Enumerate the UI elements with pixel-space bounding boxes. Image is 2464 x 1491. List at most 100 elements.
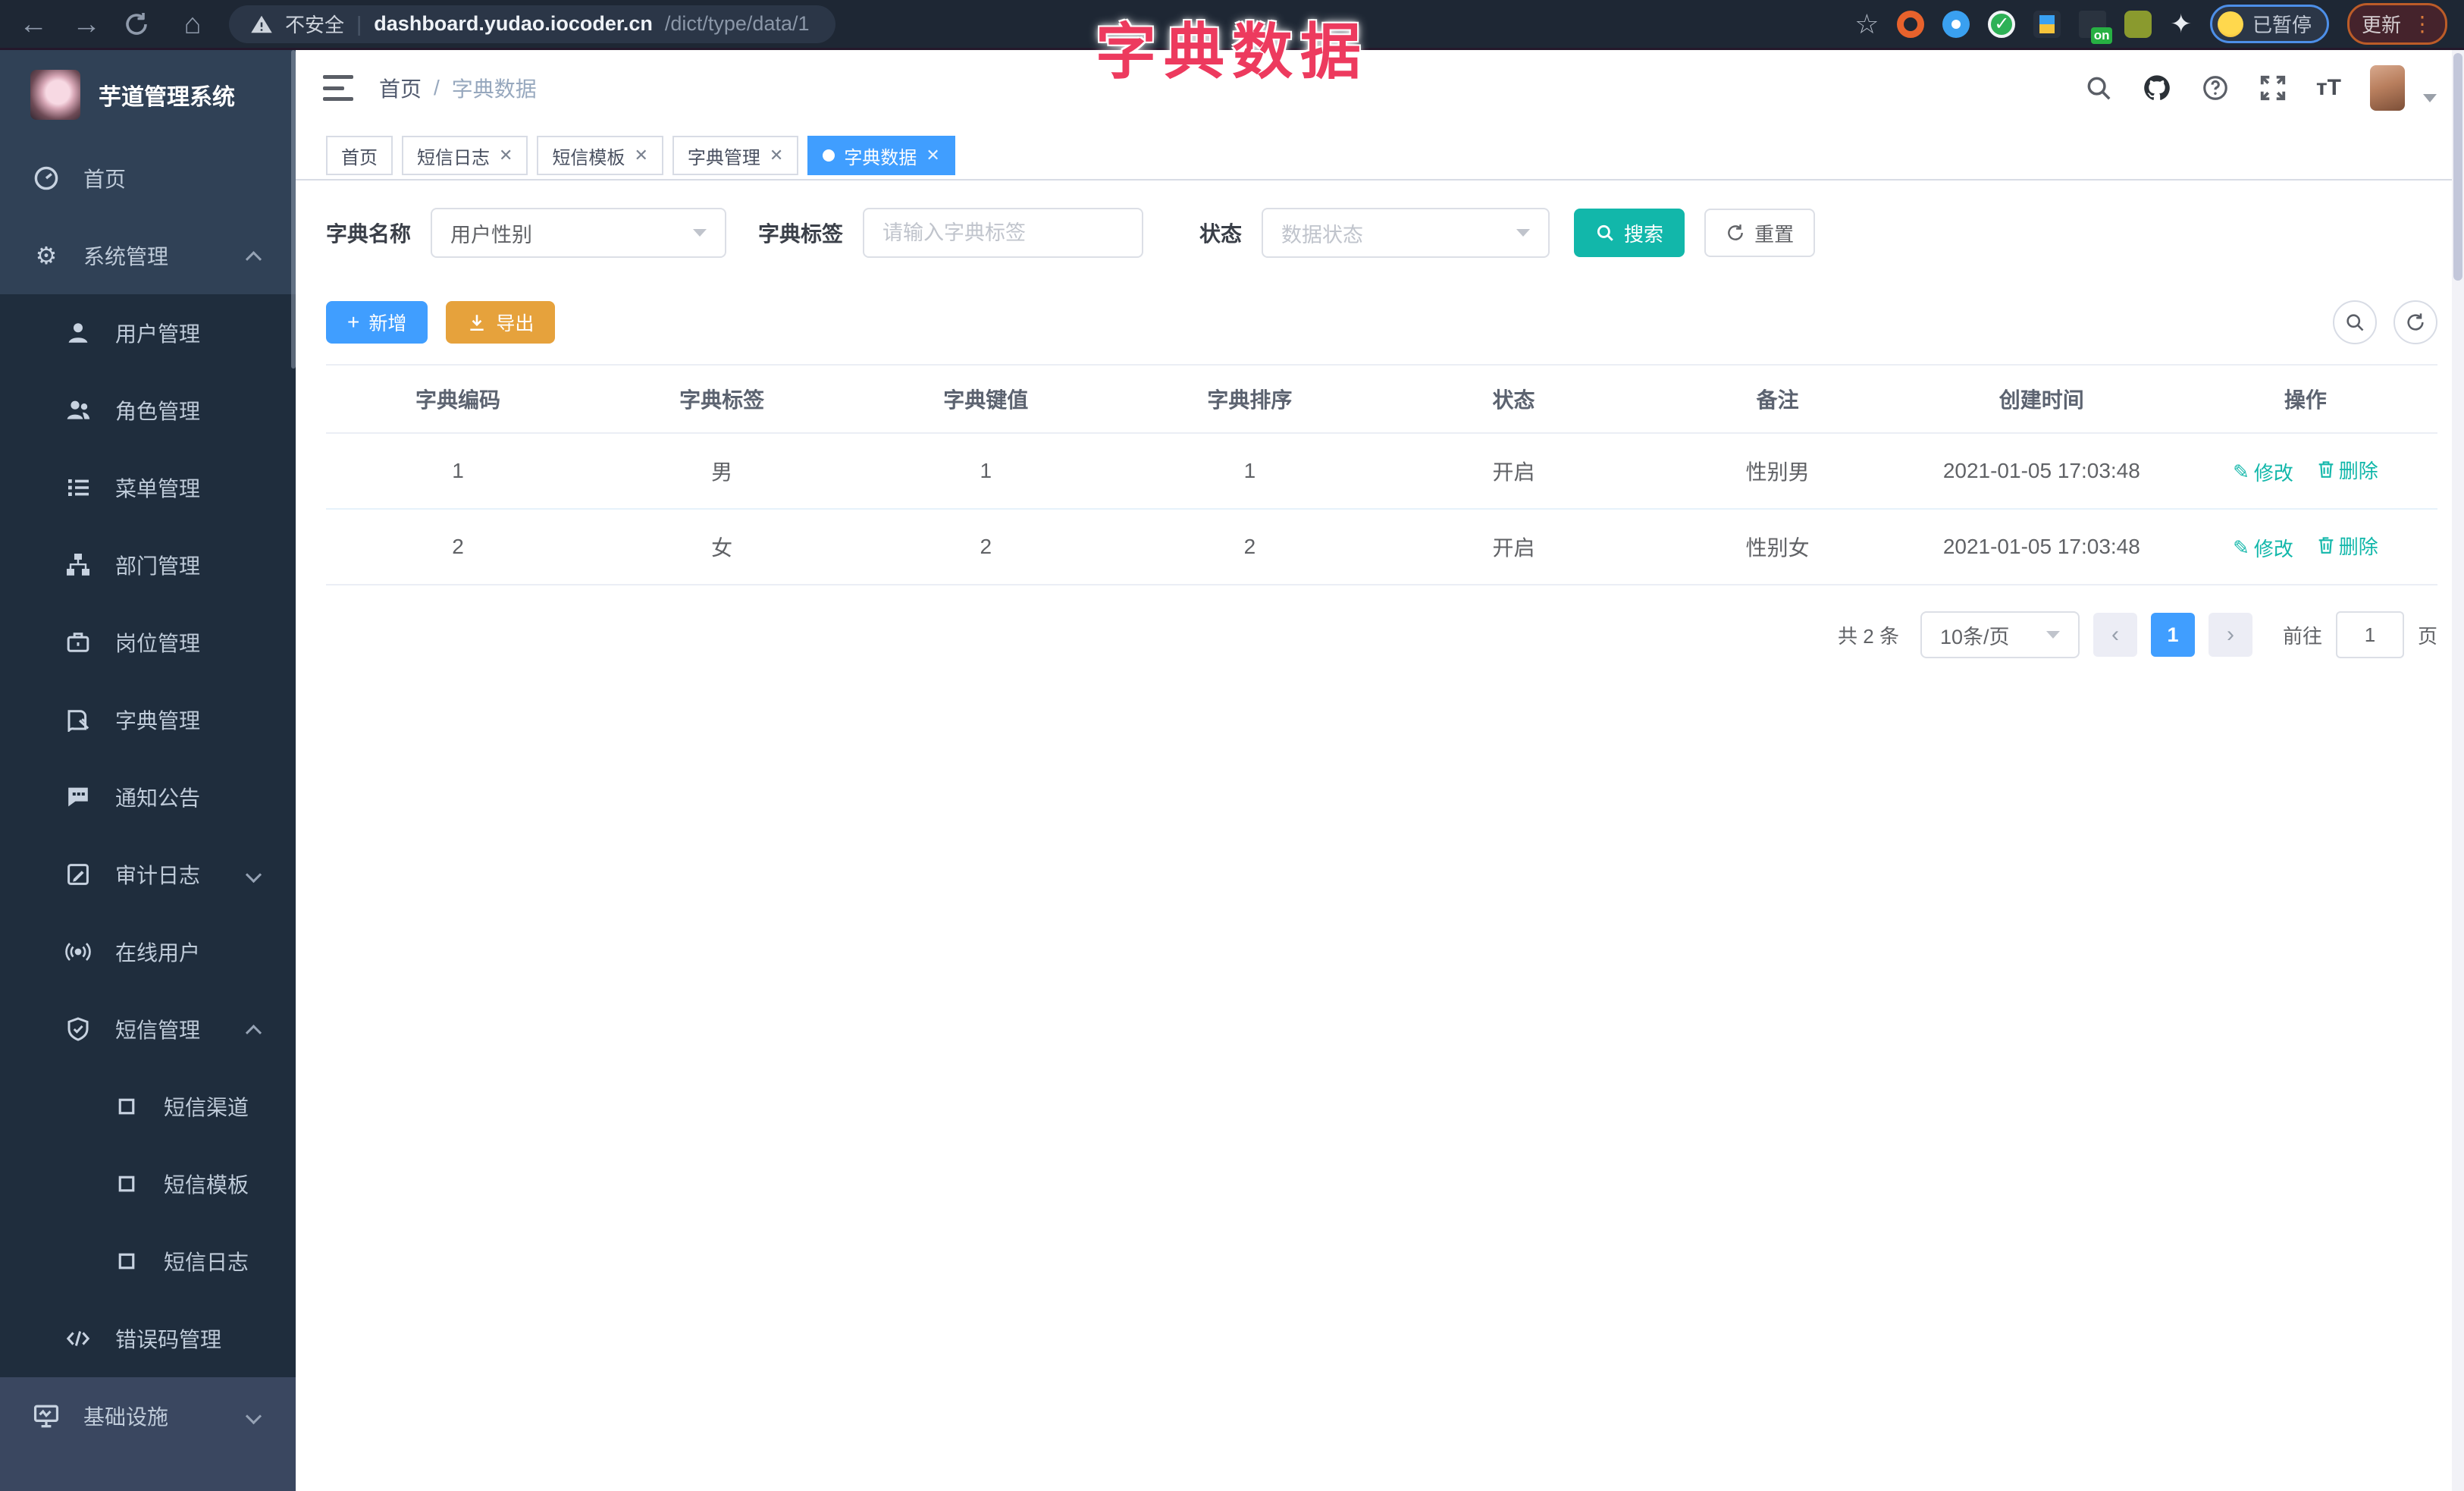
sidebar-logo-row[interactable]: 芋道管理系统 (0, 50, 296, 140)
sidebar-item-role-mgmt[interactable]: 角色管理 (0, 372, 296, 449)
pagination-total: 共 2 条 (1838, 624, 1899, 648)
github-icon[interactable] (2142, 73, 2172, 103)
tab-home[interactable]: 首页 (326, 136, 393, 175)
cell-status: 开启 (1381, 509, 1646, 585)
goto-label: 前往 (2282, 624, 2322, 648)
sidebar-item-sms-template[interactable]: 短信模板 (0, 1145, 296, 1223)
sidebar-item-notice-mgmt[interactable]: 通知公告 (0, 758, 296, 836)
select-caret-icon (693, 229, 707, 237)
close-icon[interactable]: ✕ (770, 146, 783, 165)
page-size-select[interactable]: 10条/页 (1920, 611, 2080, 658)
toggle-search-button[interactable] (2333, 300, 2377, 344)
sidebar-item-label: 用户管理 (115, 322, 201, 346)
next-page-button[interactable]: › (2208, 613, 2252, 657)
sidebar-item-system-mgmt[interactable]: ⚙ 系统管理 (0, 217, 296, 294)
delete-link[interactable]: 删除 (2318, 456, 2378, 484)
dict-label-input[interactable] (882, 221, 1124, 245)
close-icon[interactable]: ✕ (634, 146, 647, 165)
browser-update-button[interactable]: 更新 ⋮ (2346, 3, 2447, 45)
search-button[interactable]: 搜索 (1574, 209, 1685, 257)
sidebar-item-sms-mgmt[interactable]: 短信管理 (0, 990, 296, 1068)
cell-remark: 性别女 (1645, 509, 1910, 585)
current-page-button[interactable]: 1 (2150, 613, 2195, 657)
sidebar-item-post-mgmt[interactable]: 岗位管理 (0, 604, 296, 681)
users-icon (64, 398, 92, 422)
table-row[interactable]: 2 女 2 2 开启 性别女 2021-01-05 17:03:48 ✎ 修改 删… (326, 509, 2437, 585)
breadcrumb: 首页 / 字典数据 (379, 73, 537, 103)
font-size-icon[interactable]: тT (2316, 75, 2341, 101)
sidebar-item-home[interactable]: 首页 (0, 140, 296, 217)
warning-icon (251, 15, 272, 33)
sidebar-item-label: 短信日志 (164, 1251, 249, 1274)
close-icon[interactable]: ✕ (499, 146, 513, 165)
address-bar[interactable]: 不安全 | dashboard.yudao.iocoder.cn/dict/ty… (229, 5, 835, 43)
reset-button[interactable]: 重置 (1704, 209, 1816, 257)
cell-remark: 性别男 (1645, 433, 1910, 510)
forward-icon[interactable]: → (70, 10, 103, 39)
cell-actions: ✎ 修改 删除 (2173, 433, 2437, 510)
home-icon[interactable]: ⌂ (176, 10, 209, 39)
sidebar-item-sms-log[interactable]: 短信日志 (0, 1223, 296, 1300)
extensions-cluster: ☆ ✓ on ✦ 已暂停 更新 ⋮ (1854, 3, 2447, 45)
edit-link[interactable]: ✎ 修改 (2233, 458, 2293, 486)
chevron-down-icon (245, 1408, 262, 1424)
tab-dict-mgmt[interactable]: 字典管理 ✕ (672, 136, 799, 175)
back-icon[interactable]: ← (17, 10, 50, 39)
refresh-icon (2407, 313, 2424, 331)
org-tree-icon (64, 553, 92, 577)
plus-icon: + (347, 310, 360, 334)
extension-icon[interactable] (2033, 10, 2061, 38)
sidebar-item-audit-log[interactable]: 审计日志 (0, 836, 296, 913)
sidebar-item-menu-mgmt[interactable]: 菜单管理 (0, 449, 296, 526)
tab-dict-data[interactable]: 字典数据 ✕ (807, 136, 955, 175)
cell-actions: ✎ 修改 删除 (2173, 509, 2437, 585)
sidebar-item-sms-channel[interactable]: 短信渠道 (0, 1068, 296, 1145)
sidebar-item-user-mgmt[interactable]: 用户管理 (0, 294, 296, 372)
sidebar-item-online-users[interactable]: 在线用户 (0, 913, 296, 990)
extensions-puzzle-icon[interactable]: ✦ (2170, 9, 2192, 39)
extension-icon[interactable] (1942, 10, 1970, 38)
briefcase-icon (64, 630, 92, 654)
close-icon[interactable]: ✕ (926, 146, 939, 165)
dict-name-select[interactable]: 用户性别 (431, 208, 727, 258)
user-avatar[interactable] (2370, 65, 2405, 111)
extension-icon[interactable]: ✓ (1988, 10, 2016, 38)
sidebar-item-dict-mgmt[interactable]: 字典管理 (0, 681, 296, 758)
scrollbar-thumb[interactable] (2453, 53, 2462, 281)
col-header: 状态 (1381, 364, 1646, 434)
sidebar-item-dept-mgmt[interactable]: 部门管理 (0, 526, 296, 604)
browser-menu-icon[interactable]: ⋮ (2412, 11, 2433, 36)
prev-page-button[interactable]: ‹ (2093, 613, 2137, 657)
extension-icon[interactable] (2124, 10, 2152, 38)
fullscreen-icon[interactable] (2259, 74, 2287, 102)
table-row[interactable]: 1 男 1 1 开启 性别男 2021-01-05 17:03:48 ✎ 修改 删… (326, 433, 2437, 510)
bookmark-star-icon[interactable]: ☆ (1854, 8, 1879, 40)
book-icon (64, 708, 92, 732)
search-icon[interactable] (2084, 74, 2113, 102)
cell-created: 2021-01-05 17:03:48 (1909, 509, 2174, 585)
profile-chip[interactable]: 已暂停 (2209, 5, 2329, 43)
delete-link[interactable]: 删除 (2318, 532, 2378, 560)
extension-icon[interactable] (1897, 10, 1925, 38)
sidebar-item-label: 字典管理 (115, 709, 201, 733)
sidebar-item-infrastructure[interactable]: 基础设施 (0, 1377, 296, 1455)
sidebar-item-errorcode-mgmt[interactable]: 错误码管理 (0, 1300, 296, 1377)
col-header: 字典编码 (326, 364, 591, 434)
export-button[interactable]: 导出 (446, 301, 556, 344)
sidebar-item-label: 错误码管理 (115, 1328, 222, 1351)
avatar-caret-icon[interactable] (2423, 93, 2437, 102)
tab-sms-log[interactable]: 短信日志 ✕ (402, 136, 528, 175)
tags-view-bar: 首页 短信日志 ✕ 短信模板 ✕ 字典管理 ✕ 字典数据 ✕ (296, 126, 2464, 180)
edit-link[interactable]: ✎ 修改 (2233, 534, 2293, 562)
page-scrollbar[interactable] (2452, 50, 2464, 1491)
reload-icon[interactable] (123, 11, 156, 38)
extension-icon[interactable]: on (2079, 10, 2113, 44)
help-icon[interactable] (2201, 74, 2230, 102)
breadcrumb-home[interactable]: 首页 (379, 73, 422, 103)
goto-page-input[interactable] (2335, 611, 2404, 658)
status-select[interactable]: 数据状态 (1262, 208, 1550, 258)
tab-sms-template[interactable]: 短信模板 ✕ (537, 136, 663, 175)
hamburger-icon[interactable] (323, 75, 353, 101)
add-button[interactable]: + 新增 (326, 301, 428, 344)
refresh-table-button[interactable] (2393, 300, 2437, 344)
